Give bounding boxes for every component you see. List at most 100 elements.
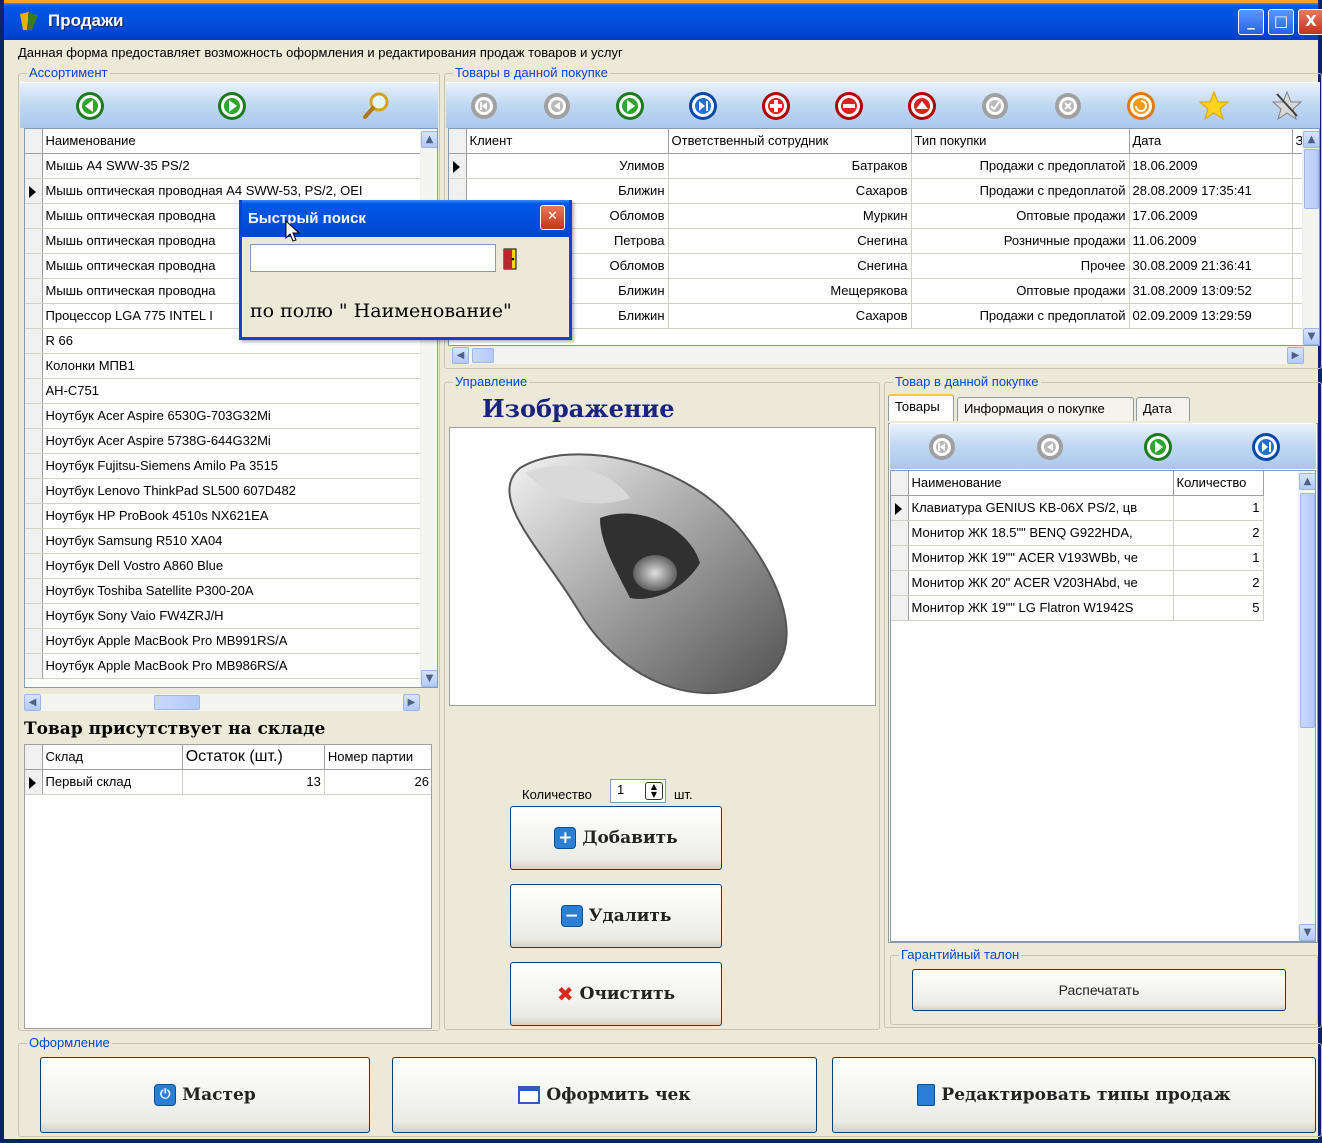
clear-button[interactable]: ✖ Очистить xyxy=(510,962,722,1026)
assortment-row[interactable]: Ноутбук Apple MacBook Pro MB991RS/A xyxy=(25,628,422,654)
prev-item-gray-icon[interactable] xyxy=(1034,431,1066,463)
goods-row[interactable]: Монитор ЖК 18.5"" BENQ G922HDA, 2 xyxy=(891,520,1264,546)
assortment-row[interactable]: Ноутбук Toshiba Satellite P300-20A xyxy=(25,578,422,604)
purchase-row[interactable]: Ближин Мещерякова Оптовые продажи 31.08.200… xyxy=(449,278,1305,304)
stock-row[interactable]: Первый склад 13 26 xyxy=(25,769,431,795)
prev-record-gray-icon[interactable] xyxy=(541,90,573,122)
assortment-row[interactable]: Ноутбук Sony Vaio FW4ZRJ/H xyxy=(25,603,422,629)
goods-row[interactable]: Монитор ЖК 20" ACER V203HAbd, че 2 xyxy=(891,570,1264,596)
scroll-down-icon[interactable]: ▼ xyxy=(421,670,437,687)
purchases-col-employee[interactable]: Ответственный сотрудник xyxy=(668,129,912,154)
assortment-row[interactable]: AH-C751 xyxy=(25,378,422,404)
search-magnifier-icon[interactable] xyxy=(360,90,392,122)
goods-cell-qty: 1 xyxy=(1173,545,1264,571)
tab-purchase-info[interactable]: Информация о покупке xyxy=(957,397,1134,421)
assortment-column-name[interactable]: Наименование xyxy=(42,129,422,154)
delete-button[interactable]: − Удалить xyxy=(510,884,722,948)
purchase-cell-date: 30.08.2009 21:36:41 xyxy=(1129,253,1293,279)
purchase-row[interactable]: Обломов Муркин Оптовые продажи 17.06.2009 xyxy=(449,203,1305,229)
delete-record-icon[interactable] xyxy=(833,90,865,122)
assortment-row[interactable]: Колонки МПВ1 xyxy=(25,353,422,379)
cancel-record-gray-icon[interactable] xyxy=(1052,90,1084,122)
assortment-row[interactable]: Ноутбук Samsung R510 XA04 xyxy=(25,528,422,554)
quantity-stepper[interactable]: 1 ▲ ▼ xyxy=(610,779,666,803)
goods-vscroll[interactable]: ▲ ▼ xyxy=(1298,471,1315,941)
add-record-icon[interactable] xyxy=(760,90,792,122)
add-button[interactable]: + Добавить xyxy=(510,806,722,870)
maximize-button[interactable]: □ xyxy=(1268,9,1294,35)
purchase-cell-date: 11.06.2009 xyxy=(1129,228,1293,254)
goods-col-qty[interactable]: Количество xyxy=(1173,471,1264,496)
purchase-row[interactable]: Улимов Батраков Продажи с предоплатой 18.06… xyxy=(449,153,1305,179)
assortment-row[interactable]: Ноутбук Lenovo ThinkPad SL500 607D482 xyxy=(25,478,422,504)
edit-sale-types-button[interactable]: Редактировать типы продаж xyxy=(832,1057,1316,1133)
master-button[interactable]: ⏻ Мастер xyxy=(40,1057,370,1133)
scroll-up-icon[interactable]: ▲ xyxy=(421,131,437,148)
next-green-icon[interactable] xyxy=(216,90,248,122)
stock-col-warehouse[interactable]: Склад xyxy=(42,745,183,770)
management-label: Управление xyxy=(453,374,530,389)
purchase-cell-type: Прочее xyxy=(911,253,1130,279)
last-item-icon[interactable] xyxy=(1250,431,1282,463)
purchases-col-client[interactable]: Клиент xyxy=(466,129,669,154)
prev-green-icon[interactable] xyxy=(74,90,106,122)
stock-col-remaining[interactable]: Остаток (шт.) xyxy=(182,745,325,770)
scroll-up-icon[interactable]: ▲ xyxy=(1303,131,1319,148)
next-record-icon[interactable] xyxy=(614,90,646,122)
purchases-vscroll[interactable]: ▲ ▼ xyxy=(1302,129,1319,345)
scroll-down-icon[interactable]: ▼ xyxy=(1303,328,1319,345)
goods-row[interactable]: Монитор ЖК 19"" ACER V193WBb, че 1 xyxy=(891,545,1264,571)
receipt-button[interactable]: Оформить чек xyxy=(392,1057,817,1133)
star-settings-icon[interactable] xyxy=(1271,90,1303,122)
assortment-row[interactable]: Ноутбук Dell Vostro A860 Blue xyxy=(25,553,422,579)
first-item-gray-icon[interactable] xyxy=(926,431,958,463)
scroll-thumb[interactable] xyxy=(1304,149,1319,209)
quantity-value[interactable]: 1 xyxy=(617,782,624,797)
assortment-row[interactable]: Ноутбук Acer Aspire 5738G-644G32Mi xyxy=(25,428,422,454)
purchases-col-type[interactable]: Тип покупки xyxy=(911,129,1130,154)
assortment-row[interactable]: Ноутбук Fujitsu-Siemens Amilo Pa 3515 xyxy=(25,453,422,479)
next-item-icon[interactable] xyxy=(1142,431,1174,463)
close-button[interactable]: X xyxy=(1298,9,1322,35)
tab-goods[interactable]: Товары xyxy=(888,394,954,421)
tab-date[interactable]: Дата xyxy=(1136,397,1190,421)
refresh-record-icon[interactable] xyxy=(1125,90,1157,122)
purchase-row[interactable]: Ближин Сахаров Продажи с предоплатой 02.09.… xyxy=(449,303,1305,329)
scroll-up-icon[interactable]: ▲ xyxy=(1299,473,1315,490)
quick-search-input[interactable] xyxy=(250,244,496,272)
assortment-hscroll[interactable]: ◀ ▶ xyxy=(24,694,420,711)
stock-col-batch[interactable]: Номер партии xyxy=(324,745,431,770)
edit-record-icon[interactable] xyxy=(906,90,938,122)
goods-row[interactable]: Клавиатура GENIUS KB-06X PS/2, цв 1 xyxy=(891,495,1264,521)
assortment-row[interactable]: Ноутбук HP ProBook 4510s NX621EA xyxy=(25,503,422,529)
star-favorite-icon[interactable] xyxy=(1198,90,1230,122)
last-record-icon[interactable] xyxy=(687,90,719,122)
print-button[interactable]: Распечатать xyxy=(912,969,1286,1011)
assortment-row[interactable]: Мышь A4 SWW-35 PS/2 xyxy=(25,153,422,179)
first-record-gray-icon[interactable] xyxy=(468,90,500,122)
scroll-left-icon[interactable]: ◀ xyxy=(452,347,469,364)
goods-col-name[interactable]: Наименование xyxy=(908,471,1174,496)
purchases-hscroll[interactable]: ◀ ▶ xyxy=(452,347,1304,364)
scroll-left-icon[interactable]: ◀ xyxy=(24,694,41,711)
scroll-down-icon[interactable]: ▼ xyxy=(1299,924,1315,941)
purchases-col-date[interactable]: Дата xyxy=(1129,129,1293,154)
scroll-right-icon[interactable]: ▶ xyxy=(403,694,420,711)
scroll-right-icon[interactable]: ▶ xyxy=(1287,347,1304,364)
minimize-button[interactable]: _ xyxy=(1238,9,1264,35)
purchase-row[interactable]: Петрова Снегина Розничные продажи 11.06.200… xyxy=(449,228,1305,254)
assortment-row[interactable]: Ноутбук Acer Aspire 6530G-703G32Mi xyxy=(25,403,422,429)
red-x-icon: ✖ xyxy=(556,982,574,1006)
scroll-thumb[interactable] xyxy=(472,348,494,363)
scroll-thumb[interactable] xyxy=(154,695,200,710)
spin-arrows-icon[interactable]: ▲ ▼ xyxy=(645,782,663,800)
post-record-gray-icon[interactable] xyxy=(979,90,1011,122)
quick-search-close-button[interactable]: ✕ xyxy=(540,205,565,230)
exit-door-icon[interactable] xyxy=(502,248,520,270)
title-bar[interactable]: Продажи _ □ X xyxy=(4,0,1322,40)
goods-row[interactable]: Монитор ЖК 19"" LG Flatron W1942S 5 xyxy=(891,595,1264,621)
scroll-thumb[interactable] xyxy=(1300,493,1315,728)
assortment-row[interactable]: Ноутбук Apple MacBook Pro MB986RS/A xyxy=(25,653,422,679)
purchase-row[interactable]: Обломов Снегина Прочее 30.08.2009 21:36:41 xyxy=(449,253,1305,279)
purchase-row[interactable]: Ближин Сахаров Продажи с предоплатой 28.08.… xyxy=(449,178,1305,204)
